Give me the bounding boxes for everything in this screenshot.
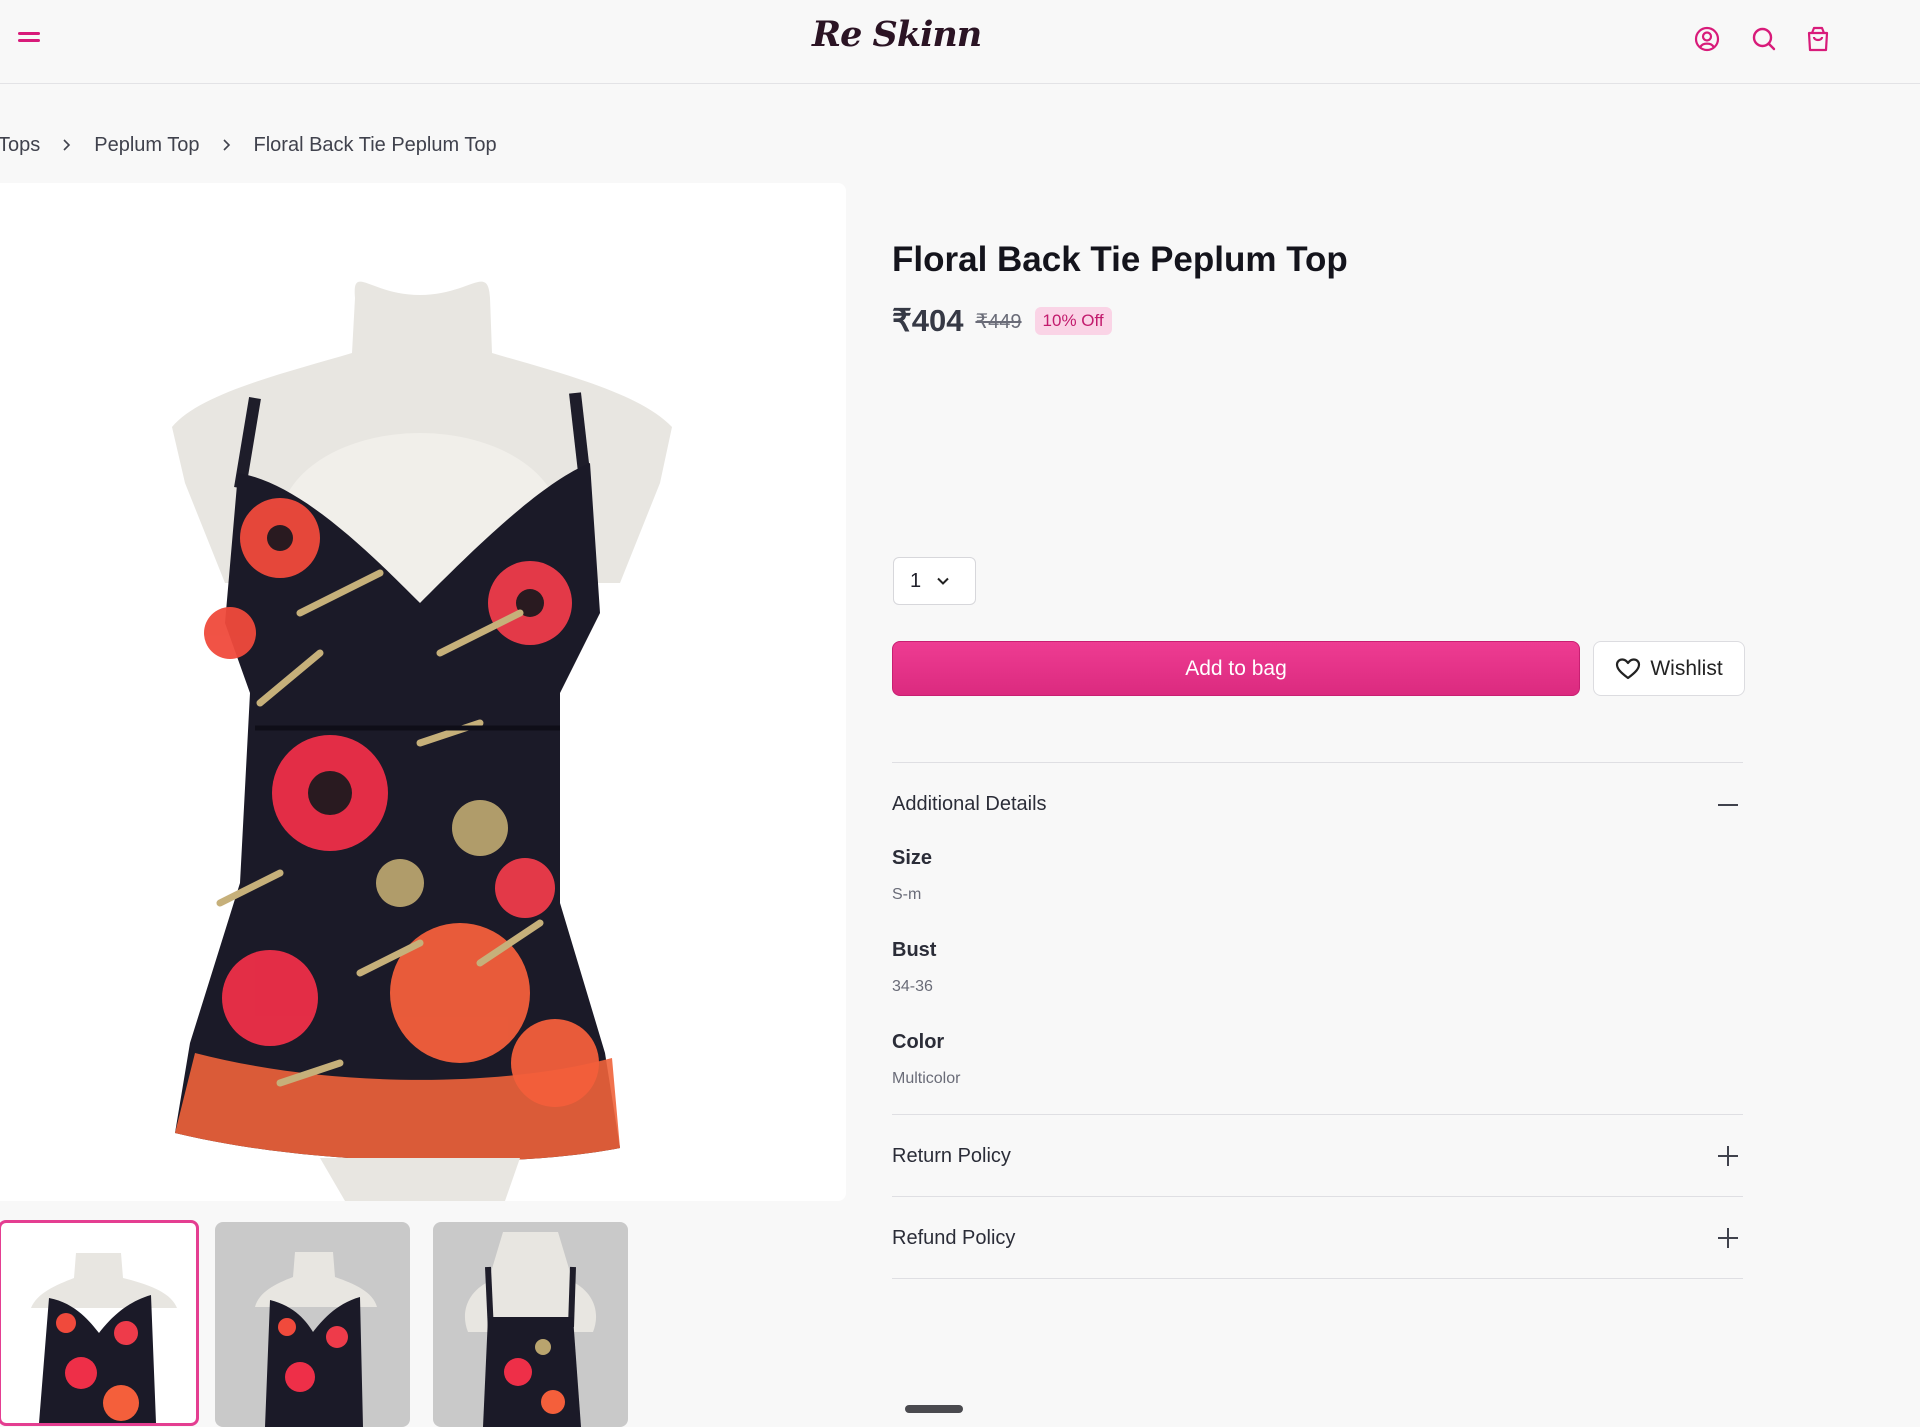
quantity-select[interactable]: 1 [893, 557, 976, 605]
breadcrumb-link-peplum-top[interactable]: Peplum Top [94, 134, 199, 157]
return-policy-header[interactable]: Return Policy [892, 1145, 1011, 1168]
discount-badge: 10% Off [1034, 307, 1112, 335]
product-photo [172, 281, 672, 1201]
user-icon[interactable] [1692, 24, 1722, 54]
chevron-down-icon [937, 577, 949, 585]
refund-policy-header[interactable]: Refund Policy [892, 1227, 1015, 1250]
scroll-indicator[interactable] [905, 1405, 963, 1413]
detail-label-bust: Bust [892, 939, 937, 961]
detail-value-size: S-m [892, 886, 922, 903]
divider [892, 1278, 1743, 1279]
thumbnail-photo [255, 1252, 377, 1427]
thumbnail-2[interactable] [215, 1222, 410, 1427]
site-logo[interactable]: Re Skinn [812, 14, 982, 55]
breadcrumb: Tops Peplum Top Floral Back Tie Peplum T… [0, 130, 497, 160]
divider [892, 762, 1743, 763]
site-header: Re Skinn [0, 0, 1920, 84]
thumbnail-3[interactable] [433, 1222, 628, 1427]
divider [892, 1196, 1743, 1197]
product-main-image[interactable] [0, 183, 846, 1201]
search-icon[interactable] [1749, 24, 1779, 54]
heart-icon [1616, 657, 1641, 679]
thumbnail-photo [31, 1253, 177, 1423]
menu-icon[interactable] [18, 31, 40, 45]
breadcrumb-link-tops[interactable]: Tops [0, 134, 40, 157]
quantity-value: 1 [910, 569, 922, 592]
divider [892, 1114, 1743, 1115]
plus-icon[interactable] [1715, 1225, 1741, 1251]
bag-icon[interactable] [1803, 24, 1833, 54]
breadcrumb-current: Floral Back Tie Peplum Top [253, 133, 497, 156]
detail-value-color: Multicolor [892, 1070, 961, 1087]
sale-price: ₹404 [892, 303, 964, 338]
detail-label-color: Color [892, 1031, 945, 1053]
original-price: ₹449 [975, 310, 1022, 333]
thumbnail-1[interactable] [0, 1220, 199, 1426]
add-to-bag-button[interactable]: Add to bag [892, 641, 1580, 696]
chevron-right-icon [63, 139, 71, 151]
chevron-right-icon [222, 139, 230, 151]
detail-label-size: Size [892, 847, 933, 869]
additional-details-header[interactable]: Additional Details [892, 793, 1047, 816]
product-title: Floral Back Tie Peplum Top [892, 240, 1348, 279]
plus-icon[interactable] [1715, 1143, 1741, 1169]
price-row: ₹404 ₹449 10% Off [892, 303, 1112, 339]
minus-icon[interactable] [1715, 792, 1741, 818]
thumbnail-photo [464, 1232, 597, 1427]
wishlist-label: Wishlist [1650, 656, 1723, 680]
detail-value-bust: 34-36 [892, 978, 933, 995]
wishlist-button[interactable]: Wishlist [1593, 641, 1745, 696]
